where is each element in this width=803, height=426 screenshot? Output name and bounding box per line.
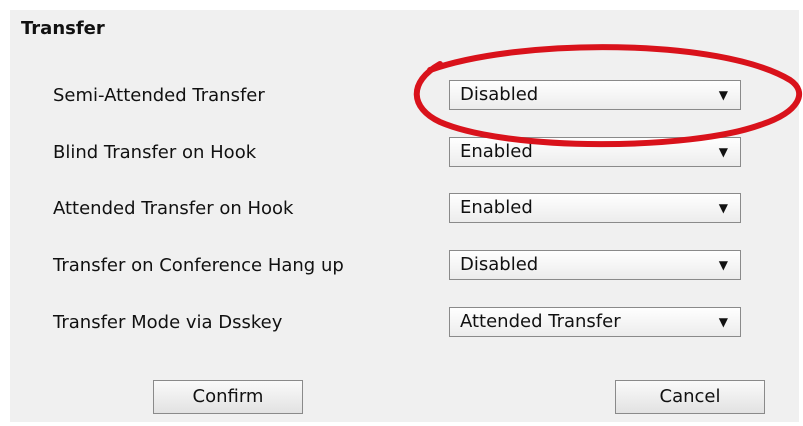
highlight-annotation-circle	[413, 44, 803, 148]
